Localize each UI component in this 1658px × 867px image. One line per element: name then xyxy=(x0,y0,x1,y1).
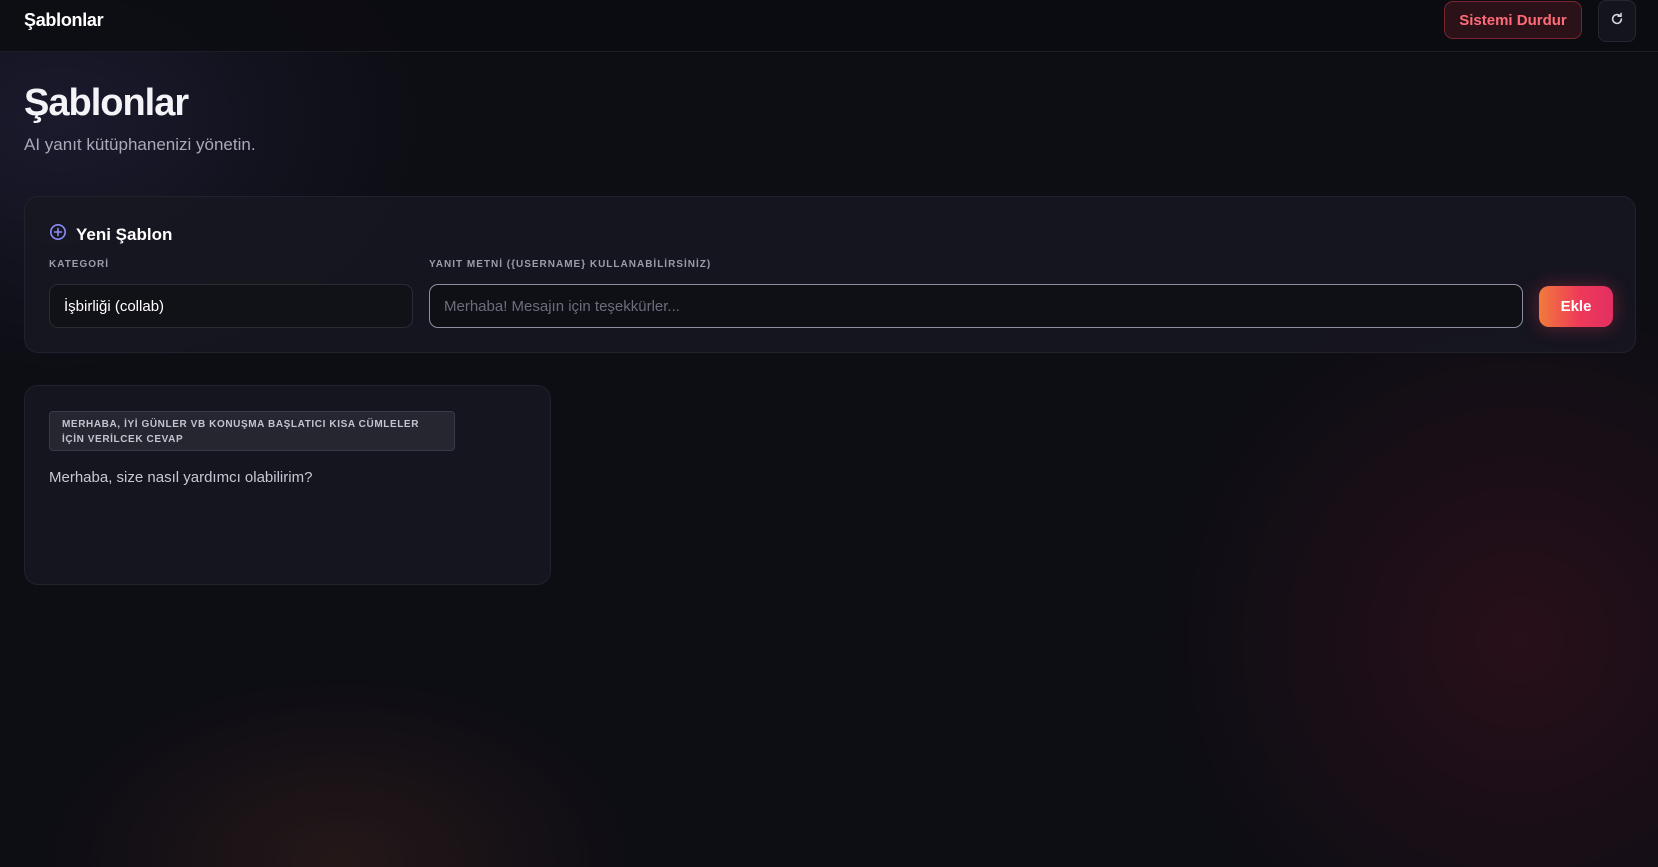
category-label: KATEGORİ xyxy=(49,259,110,270)
stop-system-button[interactable]: Sistemi Durdur xyxy=(1444,1,1582,39)
template-card: MERHABA, İYİ GÜNLER VB KONUŞMA BAŞLATICI… xyxy=(24,385,551,585)
refresh-icon xyxy=(1610,12,1624,31)
response-text-label: YANIT METNİ ({USERNAME} KULLANABİLİRSİNİ… xyxy=(429,259,712,270)
response-text-input[interactable] xyxy=(429,284,1523,328)
plus-circle-icon xyxy=(49,223,67,246)
new-template-header: Yeni Şablon xyxy=(49,223,172,246)
top-bar: Şablonlar Sistemi Durdur xyxy=(0,0,1658,52)
add-button[interactable]: Ekle xyxy=(1539,286,1613,327)
page-subtitle: AI yanıt kütüphanenizi yönetin. xyxy=(24,135,256,154)
template-text: Merhaba, size nasıl yardımcı olabilirim? xyxy=(49,469,313,486)
category-select[interactable]: İşbirliği (collab) xyxy=(49,284,413,328)
new-template-title: Yeni Şablon xyxy=(76,224,173,244)
category-value: İşbirliği (collab) xyxy=(64,297,165,315)
top-bar-title: Şablonlar xyxy=(24,10,104,30)
new-template-card: Yeni Şablon KATEGORİ İşbirliği (collab) … xyxy=(24,196,1636,353)
refresh-button[interactable] xyxy=(1598,0,1636,42)
template-category-badge: MERHABA, İYİ GÜNLER VB KONUŞMA BAŞLATICI… xyxy=(49,411,455,451)
page-title: Şablonlar xyxy=(24,82,189,124)
